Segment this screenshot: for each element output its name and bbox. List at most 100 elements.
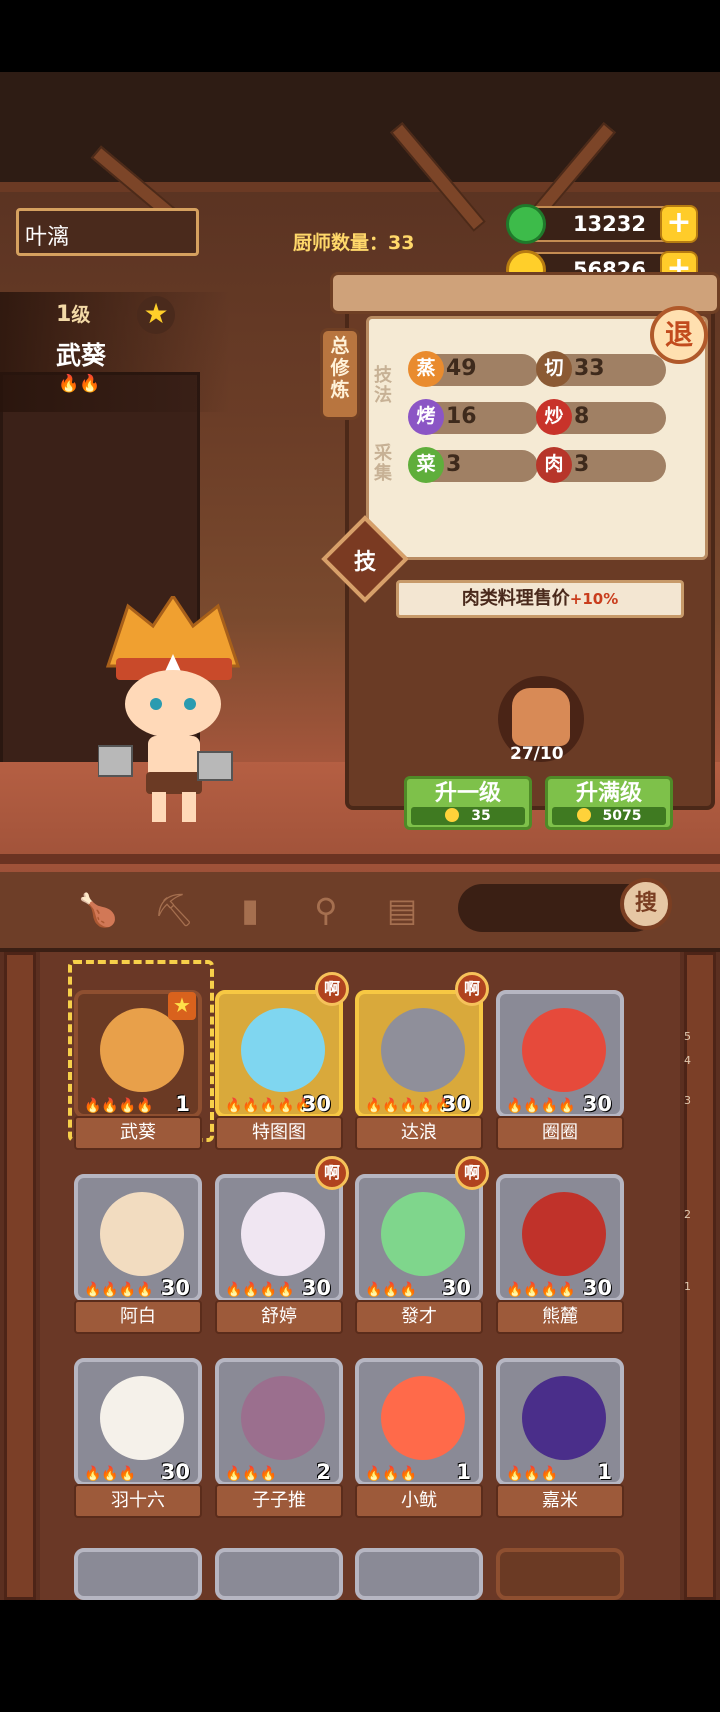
chef-flames: 🔥🔥🔥 <box>225 1466 278 1482</box>
stat-icon: 蒸 <box>408 351 444 387</box>
chef-name: 發才 <box>355 1300 483 1334</box>
character-info-panel <box>0 292 230 412</box>
chef-card[interactable] <box>496 1548 624 1712</box>
roster-rail-left <box>4 952 36 1600</box>
chef-badge: 啊 <box>315 972 349 1006</box>
search-button[interactable]: 搜 <box>620 878 672 930</box>
shovel-filter-icon[interactable]: ⛏ <box>152 888 196 932</box>
upgrade-max-label: 升满级 <box>575 781 642 806</box>
character-level: 1级 <box>56 302 91 327</box>
chef-card[interactable]: 🔥🔥🔥🔥 30 熊麓 <box>496 1174 624 1338</box>
floor-edge <box>0 854 720 864</box>
scale-tick: 2 <box>684 1208 691 1221</box>
star-icon[interactable]: ★ <box>137 296 175 334</box>
chef-badge: 啊 <box>455 1156 489 1190</box>
chef-card[interactable]: 🔥🔥🔥🔥 1 武葵 ★ <box>74 990 202 1154</box>
skill-button-label: 技 <box>353 550 376 575</box>
chef-face <box>241 1376 325 1460</box>
chef-card[interactable]: 🔥🔥🔥 1 嘉米 <box>496 1358 624 1522</box>
chef-portrait: 🔥🔥🔥 2 <box>215 1358 343 1486</box>
chef-portrait: 🔥🔥🔥🔥 30 <box>496 990 624 1118</box>
chef-level: 30 <box>441 1276 471 1300</box>
chef-face <box>100 1376 184 1460</box>
stat-icon: 肉 <box>536 447 572 483</box>
jade-value: 13232 <box>572 212 646 236</box>
jade-counter: 13232 + <box>506 204 698 244</box>
stat-pill: 菜3 <box>408 447 538 483</box>
stat-pill: 肉3 <box>536 447 666 483</box>
medal-icon <box>512 688 570 746</box>
meat-filter-icon[interactable]: 🍗 <box>76 888 120 932</box>
chef-card[interactable]: 🔥🔥🔥🔥 30 圈圈 <box>496 990 624 1154</box>
chef-portrait: 🔥🔥🔥 1 <box>355 1358 483 1486</box>
stat-pill: 蒸 49 <box>408 351 538 387</box>
tab-total-training[interactable]: 总修炼 <box>320 328 360 420</box>
jar-filter-icon[interactable]: ▮ <box>228 888 272 932</box>
chef-name: 嘉米 <box>496 1484 624 1518</box>
chef-flames: 🔥🔥🔥🔥🔥 <box>365 1098 453 1114</box>
chef-card[interactable]: 🔥🔥🔥 30 羽十六 <box>74 1358 202 1522</box>
chef-card[interactable] <box>74 1548 202 1712</box>
chef-level: 2 <box>316 1460 331 1484</box>
upgrade-one-cost: 35 <box>411 807 525 825</box>
chef-portrait: 🔥🔥🔥 30 <box>74 1358 202 1486</box>
stat-value: 8 <box>574 404 590 429</box>
chef-card[interactable] <box>215 1548 343 1712</box>
chef-name: 武葵 <box>74 1116 202 1150</box>
character-name: 武葵 <box>56 341 107 370</box>
chef-flames: 🔥🔥🔥🔥 <box>225 1282 295 1298</box>
chef-name: 熊麓 <box>496 1300 624 1334</box>
stat-icon: 炒 <box>536 399 572 435</box>
chef-flames: 🔥🔥🔥 <box>365 1466 418 1482</box>
chef-name: 达浪 <box>355 1116 483 1150</box>
upgrade-max-button[interactable]: 升满级 5075 <box>545 776 673 830</box>
chef-level: 30 <box>160 1276 190 1300</box>
chef-level: 1 <box>175 1092 190 1116</box>
chef-card[interactable]: 🔥🔥🔥 2 子子推 <box>215 1358 343 1522</box>
chef-flames: 🔥🔥🔥 <box>365 1282 418 1298</box>
coin-icon <box>576 808 591 822</box>
chef-level: 30 <box>582 1092 612 1116</box>
location-filter-icon[interactable]: ⚲ <box>304 888 348 932</box>
scroll-scale[interactable]: 5 4 3 2 1 <box>680 1030 696 1530</box>
chef-card[interactable]: 🔥🔥🔥 30 發才 啊 <box>355 1156 489 1338</box>
chef-card[interactable]: 🔥🔥🔥🔥 30 阿白 <box>74 1174 202 1338</box>
add-jade-button[interactable]: + <box>660 205 698 243</box>
stat-value: 33 <box>574 356 605 381</box>
chef-face <box>522 1192 606 1276</box>
chef-flames: 🔥🔥🔥 <box>506 1466 559 1482</box>
category-gather-label: 采集 <box>374 443 392 484</box>
scale-tick: 5 <box>684 1030 691 1043</box>
chef-level: 30 <box>301 1092 331 1116</box>
chef-card[interactable]: 🔥🔥🔥 1 小鱿 <box>355 1358 483 1522</box>
chef-card[interactable]: 🔥🔥🔥🔥 30 舒婷 啊 <box>215 1156 349 1338</box>
chef-level: 30 <box>301 1276 331 1300</box>
stat-pill: 切 33 <box>536 351 666 387</box>
map-filter-icon[interactable]: ▤ <box>380 888 424 932</box>
stat-pill: 炒8 <box>536 399 666 435</box>
chef-name: 羽十六 <box>74 1484 202 1518</box>
chef-character-sprite <box>98 596 241 822</box>
jade-icon <box>506 204 546 244</box>
chef-flames: 🔥🔥🔥 <box>84 1466 137 1482</box>
chef-name: 阿白 <box>74 1300 202 1334</box>
chef-name: 特图图 <box>215 1116 343 1150</box>
coin-icon <box>445 808 460 822</box>
stat-icon: 烤 <box>408 399 444 435</box>
chef-portrait <box>355 1548 483 1600</box>
chef-name: 圈圈 <box>496 1116 624 1150</box>
exit-button[interactable]: 退 <box>650 306 708 364</box>
chef-level: 30 <box>582 1276 612 1300</box>
chef-count: 厨师数量：33 <box>293 232 415 254</box>
stat-value: 16 <box>446 404 477 429</box>
player-name-box[interactable]: 叶漓 <box>16 208 199 256</box>
medal-count: 27/10 <box>510 744 564 764</box>
chef-card[interactable]: 🔥🔥🔥🔥🔥 30 特图图 啊 <box>215 972 349 1154</box>
chef-face <box>381 1376 465 1460</box>
chef-badge: 啊 <box>315 1156 349 1190</box>
chef-card[interactable] <box>355 1548 483 1712</box>
upgrade-one-button[interactable]: 升一级 35 <box>404 776 532 830</box>
chef-face <box>381 1008 465 1092</box>
chef-card[interactable]: 🔥🔥🔥🔥🔥 30 达浪 啊 <box>355 972 489 1154</box>
chef-level: 30 <box>441 1092 471 1116</box>
